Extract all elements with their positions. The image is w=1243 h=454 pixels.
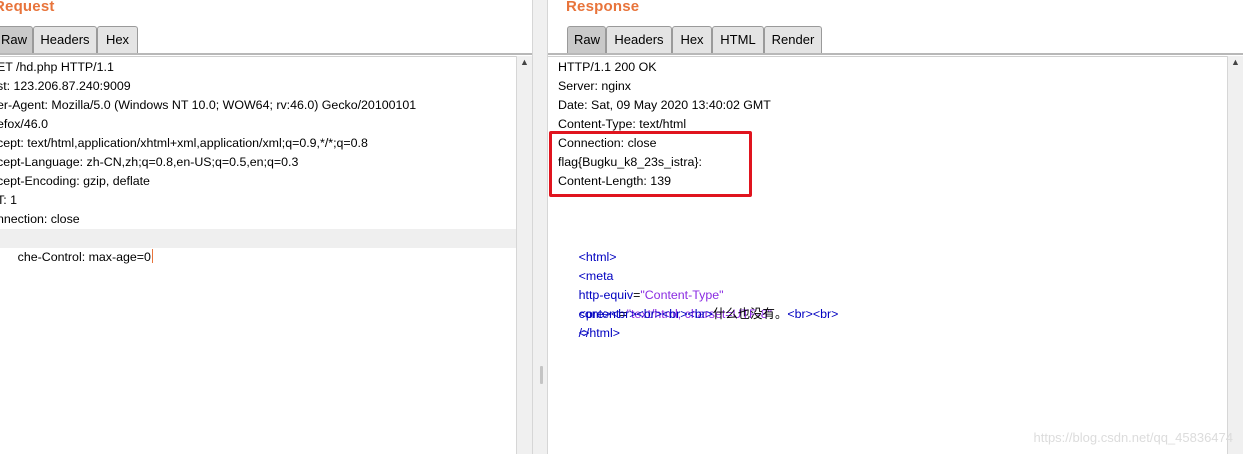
request-line: che-Control: max-age=0	[17, 250, 151, 264]
response-pane: Response Raw Headers Hex HTML Render HTT…	[548, 0, 1243, 454]
response-scrollbar[interactable]: ▲	[1227, 56, 1243, 454]
response-header-line: Date: Sat, 09 May 2020 13:40:02 GMT	[558, 98, 771, 112]
request-tabbar: Raw Headers Hex	[0, 26, 532, 54]
br-tail-tags: <br><br>	[787, 307, 839, 321]
request-line: er-Agent: Mozilla/5.0 (Windows NT 10.0; …	[0, 98, 417, 112]
pane-divider[interactable]	[532, 0, 548, 454]
request-title: Request	[0, 0, 55, 15]
request-line: T: 1	[0, 193, 17, 207]
meta-line: <meta http-equiv="Content-Type" content=…	[578, 269, 773, 340]
pre-line: <pre><br><br><br><br>什么也没有。<br><br>	[558, 286, 839, 321]
scroll-up-arrow-icon[interactable]: ▲	[1230, 57, 1241, 68]
request-line: cept-Encoding: gzip, deflate	[0, 174, 150, 188]
response-tab-html[interactable]: HTML	[712, 26, 764, 53]
request-line: nnection: close	[0, 212, 80, 226]
response-header-line: Server: nginx	[558, 79, 632, 93]
response-header-line: Content-Type: text/html	[558, 117, 687, 131]
divider-grip-icon[interactable]	[540, 366, 543, 384]
response-tab-raw[interactable]: Raw	[567, 26, 606, 54]
flag-header-line: flag{Bugku_k8_23s_istra}:	[558, 155, 702, 169]
request-line: ET /hd.php HTTP/1.1	[0, 60, 114, 74]
request-pane: Request Raw Headers Hex ET /hd.php HTTP/…	[0, 0, 532, 454]
request-line: cept-Language: zh-CN,zh;q=0.8,en-US;q=0.…	[0, 155, 299, 169]
request-scrollbar[interactable]: ▲	[516, 56, 532, 454]
response-header-line: Content-Length: 139	[558, 174, 671, 188]
pre-text: 什么也没有。	[713, 307, 788, 321]
request-line: efox/46.0	[0, 117, 48, 131]
response-title: Response	[566, 0, 640, 15]
text-caret	[151, 249, 153, 263]
request-line: cept: text/html,application/xhtml+xml,ap…	[0, 136, 368, 150]
html-open-line: <html>	[558, 229, 617, 264]
scroll-up-arrow-icon[interactable]: ▲	[519, 57, 530, 68]
response-header-line: Connection: close	[558, 136, 657, 150]
watermark: https://blog.csdn.net/qq_45836474	[1033, 430, 1234, 445]
request-tab-hex[interactable]: Hex	[97, 26, 138, 53]
response-tab-render[interactable]: Render	[764, 26, 822, 53]
request-current-line: che-Control: max-age=0	[0, 229, 516, 264]
request-tab-underline	[0, 53, 532, 55]
response-tab-underline	[548, 53, 1243, 55]
html-close-tag: </html>	[578, 326, 620, 340]
request-editor[interactable]: ET /hd.php HTTP/1.1 st: 123.206.87.240:9…	[0, 56, 516, 454]
html-close-line: </html>	[558, 305, 620, 340]
response-tab-headers[interactable]: Headers	[606, 26, 672, 53]
response-editor[interactable]: HTTP/1.1 200 OK Server: nginx Date: Sat,…	[548, 56, 1227, 454]
meta-open-tag: <meta	[578, 269, 614, 283]
request-line: st: 123.206.87.240:9009	[0, 79, 131, 93]
response-tabbar: Raw Headers Hex HTML Render	[548, 26, 1243, 54]
request-tab-raw[interactable]: Raw	[0, 26, 33, 54]
request-tab-headers[interactable]: Headers	[33, 26, 97, 53]
response-tab-hex[interactable]: Hex	[672, 26, 712, 53]
response-header-line: HTTP/1.1 200 OK	[558, 60, 657, 74]
